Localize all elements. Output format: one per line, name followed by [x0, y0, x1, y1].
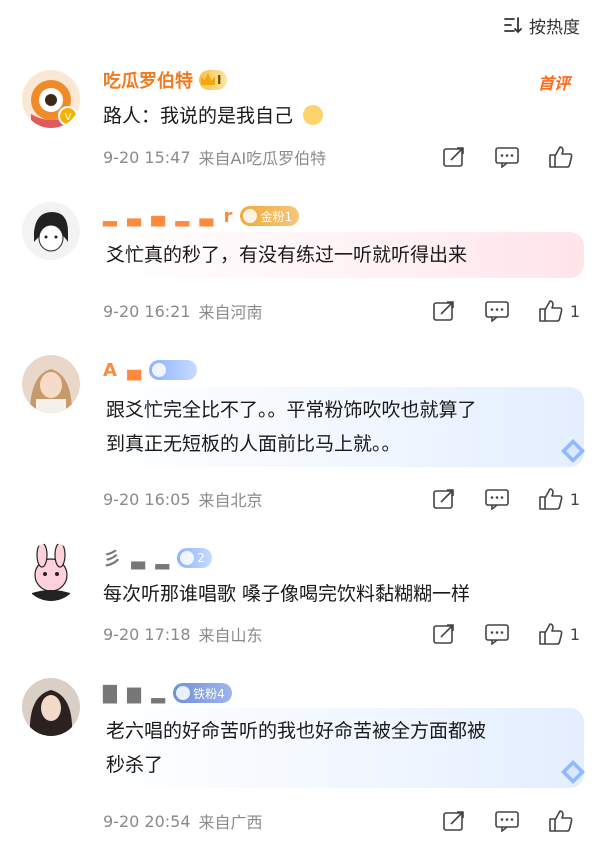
- svg-text:V: V: [65, 112, 72, 123]
- comment-source: 来自河南: [198, 303, 263, 322]
- share-icon: [432, 488, 456, 510]
- share-icon: [442, 146, 466, 168]
- like-icon: [548, 145, 574, 169]
- sort-icon: [503, 16, 523, 34]
- diamond-icon: [558, 436, 588, 466]
- like-count: 1: [569, 301, 580, 321]
- username[interactable]: ▇ ▆ ▂: [103, 683, 167, 704]
- comment-time: 9-20 16:05: [103, 489, 191, 509]
- comment-meta: 9-20 15:47 来自AI吃瓜罗伯特: [103, 143, 580, 171]
- comment-meta: 9-20 16:21 来自河南 1: [103, 297, 580, 325]
- share-button[interactable]: [442, 146, 466, 168]
- share-button[interactable]: [432, 623, 456, 645]
- comment-text-line: 到真正无短板的人面前比马上就。。: [106, 433, 401, 455]
- level-badge[interactable]: I: [199, 70, 228, 90]
- comment-actions: [414, 807, 580, 835]
- fan-badge[interactable]: 铁粉4: [173, 683, 232, 703]
- like-count: 1: [569, 624, 580, 644]
- name-row: 彡 ▃ ▂ 2: [103, 545, 212, 571]
- share-icon: [432, 300, 456, 322]
- like-button[interactable]: [548, 145, 580, 169]
- emoji-icon: [303, 105, 324, 125]
- comment-time: 9-20 15:47: [103, 147, 191, 167]
- comment-actions: 1: [404, 297, 580, 325]
- like-count: 1: [569, 489, 580, 509]
- like-button[interactable]: 1: [538, 622, 580, 646]
- comment-text: 爻忙真的秒了，有没有练过一听就听得出来: [96, 232, 584, 278]
- comment-icon: [484, 488, 510, 510]
- share-icon: [442, 810, 466, 832]
- comment-text: 路人：我说的是我自己: [103, 101, 580, 131]
- avatar[interactable]: [22, 202, 80, 260]
- fan-badge[interactable]: 金粉1: [240, 206, 300, 226]
- share-icon: [432, 623, 456, 645]
- comment-meta: 9-20 16:05 来自北京 1: [103, 485, 580, 513]
- comment-source: 来自山东: [198, 626, 263, 645]
- reply-button[interactable]: [494, 810, 520, 832]
- like-icon: [538, 622, 564, 646]
- comment-actions: 1: [404, 620, 580, 648]
- comment-time: 9-20 17:18: [103, 624, 191, 644]
- name-row: A ▄: [103, 357, 198, 383]
- share-button[interactable]: [442, 810, 466, 832]
- comment-icon: [494, 810, 520, 832]
- username[interactable]: ▂ ▃ ▄ ▂ ▃ r: [103, 206, 234, 227]
- name-row: 吃瓜罗伯特 I: [103, 67, 228, 93]
- comment-meta: 9-20 17:18 来自山东 1: [103, 620, 580, 648]
- avatar[interactable]: [22, 678, 80, 736]
- comment-source: 来自AI吃瓜罗伯特: [198, 149, 327, 168]
- username[interactable]: 彡 ▃ ▂: [103, 545, 171, 571]
- comment-icon: [484, 623, 510, 645]
- sort-by-hot-button[interactable]: 按热度: [503, 12, 580, 38]
- comment-actions: 1: [404, 485, 580, 513]
- comment-text-line: 老六唱的好命苦听的我也好命苦被全方面都被: [106, 720, 487, 742]
- reply-button[interactable]: [494, 146, 520, 168]
- comment-actions: [414, 143, 580, 171]
- comment-source: 来自广西: [198, 813, 263, 832]
- avatar[interactable]: V: [22, 70, 80, 128]
- diamond-icon: [558, 757, 588, 787]
- comment-text-line: 跟爻忙完全比不了。。平常粉饰吹吹也就算了: [106, 399, 477, 421]
- first-comment-tag: 首评: [537, 74, 570, 93]
- comment-meta: 9-20 20:54 来自广西: [103, 807, 580, 835]
- like-icon: [538, 299, 564, 323]
- like-icon: [548, 809, 574, 833]
- reply-button[interactable]: [484, 300, 510, 322]
- comment-time: 9-20 20:54: [103, 811, 191, 831]
- avatar[interactable]: [22, 355, 80, 413]
- comment-time: 9-20 16:21: [103, 301, 191, 321]
- share-button[interactable]: [432, 300, 456, 322]
- like-icon: [538, 487, 564, 511]
- like-button[interactable]: 1: [538, 487, 580, 511]
- comment-icon: [494, 146, 520, 168]
- comment-text: 每次听那谁唱歌 嗓子像喝完饮料黏糊糊一样: [103, 583, 471, 605]
- comment-text-line: 秒杀了: [106, 754, 164, 776]
- avatar[interactable]: [22, 543, 80, 601]
- fan-badge[interactable]: [149, 360, 198, 380]
- reply-button[interactable]: [484, 623, 510, 645]
- reply-button[interactable]: [484, 488, 510, 510]
- name-row: ▂ ▃ ▄ ▂ ▃ r 金粉1: [103, 203, 300, 229]
- comment-source: 来自北京: [198, 491, 263, 510]
- username[interactable]: A ▄: [103, 360, 143, 381]
- comment-text: 老六唱的好命苦听的我也好命苦被全方面都被 秒杀了: [96, 708, 584, 788]
- comment-text: 跟爻忙完全比不了。。平常粉饰吹吹也就算了 到真正无短板的人面前比马上就。。: [96, 387, 584, 467]
- username[interactable]: 吃瓜罗伯特: [103, 67, 193, 93]
- share-button[interactable]: [432, 488, 456, 510]
- comment-icon: [484, 300, 510, 322]
- like-button[interactable]: [548, 809, 580, 833]
- sort-label: 按热度: [529, 17, 580, 38]
- name-row: ▇ ▆ ▂ 铁粉4: [103, 680, 232, 706]
- fan-badge[interactable]: 2: [177, 548, 212, 568]
- like-button[interactable]: 1: [538, 299, 580, 323]
